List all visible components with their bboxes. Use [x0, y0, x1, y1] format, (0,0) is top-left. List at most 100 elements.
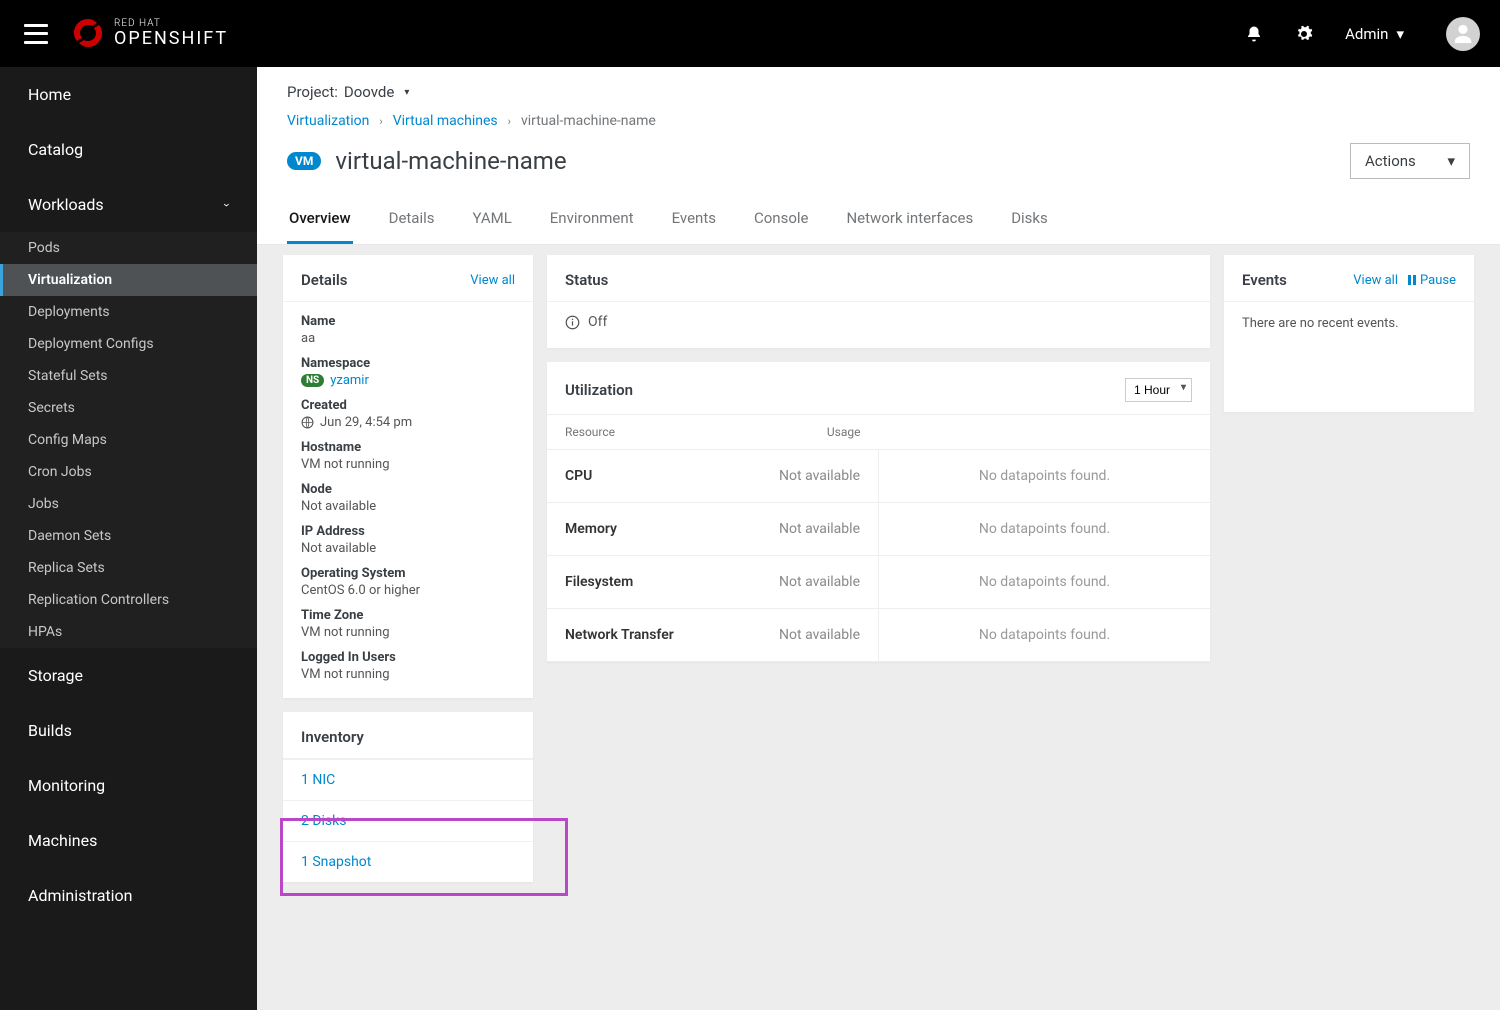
sidebar: Home Catalog Workloads › Pods Virtualiza…: [0, 67, 257, 1010]
name-value: aa: [301, 331, 515, 346]
topbar: RED HAT OPENSHIFT Admin ▾: [0, 0, 1500, 67]
inventory-disks-link[interactable]: 2 Disks: [283, 800, 533, 841]
breadcrumb-virtualization[interactable]: Virtualization: [287, 113, 369, 129]
tab-console[interactable]: Console: [752, 197, 811, 244]
status-title: Status: [565, 271, 608, 289]
brand-logo[interactable]: RED HAT OPENSHIFT: [70, 16, 228, 52]
details-title: Details: [301, 271, 347, 289]
sidebar-sub-deployments[interactable]: Deployments: [0, 296, 257, 328]
utilization-card: Utilization 1 Hour Resource Usage: [547, 362, 1210, 662]
project-label: Project:: [287, 83, 338, 101]
sidebar-sub-cronjobs[interactable]: Cron Jobs: [0, 456, 257, 488]
details-view-all-link[interactable]: View all: [470, 273, 515, 288]
breadcrumb-current: virtual-machine-name: [521, 113, 656, 129]
project-selector[interactable]: Doovde ▾: [344, 83, 409, 101]
chevron-right-icon: ›: [379, 115, 382, 128]
table-row: CPU Not available No datapoints found.: [547, 450, 1210, 503]
sidebar-sub-virtualization[interactable]: Virtualization: [0, 264, 257, 296]
hostname-value: VM not running: [301, 457, 515, 472]
events-title: Events: [1242, 271, 1287, 289]
tab-events[interactable]: Events: [670, 197, 718, 244]
ip-label: IP Address: [301, 524, 515, 539]
events-pause-button[interactable]: Pause: [1408, 273, 1456, 288]
breadcrumb: Virtualization › Virtual machines › virt…: [257, 109, 1500, 139]
tabs: Overview Details YAML Environment Events…: [257, 197, 1500, 245]
sidebar-sub-hpas[interactable]: HPAs: [0, 616, 257, 648]
user-avatar[interactable]: [1446, 17, 1480, 51]
sidebar-workloads-submenu: Pods Virtualization Deployments Deployme…: [0, 232, 257, 648]
sidebar-sub-pods[interactable]: Pods: [0, 232, 257, 264]
vm-badge: VM: [287, 152, 321, 170]
sidebar-item-administration[interactable]: Administration: [0, 868, 257, 923]
tab-yaml[interactable]: YAML: [471, 197, 514, 244]
settings-icon[interactable]: [1295, 25, 1313, 43]
caret-down-icon: ▾: [404, 87, 409, 98]
sidebar-item-workloads[interactable]: Workloads ›: [0, 177, 257, 232]
utilization-table: Resource Usage CPU Not available No data…: [547, 414, 1210, 662]
sidebar-item-machines[interactable]: Machines: [0, 813, 257, 868]
inventory-title: Inventory: [301, 728, 364, 746]
sidebar-sub-statefulsets[interactable]: Stateful Sets: [0, 360, 257, 392]
table-row: Network Transfer Not available No datapo…: [547, 609, 1210, 662]
created-value: Jun 29, 4:54 pm: [320, 415, 412, 430]
events-view-all-link[interactable]: View all: [1353, 273, 1398, 288]
inventory-nic-link[interactable]: 1 NIC: [283, 759, 533, 800]
table-row: Filesystem Not available No datapoints f…: [547, 556, 1210, 609]
breadcrumb-virtual-machines[interactable]: Virtual machines: [393, 113, 498, 129]
inventory-snapshot-link[interactable]: 1 Snapshot: [283, 841, 533, 882]
openshift-icon: [70, 16, 106, 52]
project-selector-bar: Project: Doovde ▾: [257, 67, 1500, 109]
brand-line2: OPENSHIFT: [114, 28, 228, 49]
notifications-icon[interactable]: [1245, 25, 1263, 43]
actions-dropdown[interactable]: Actions ▾: [1350, 143, 1470, 179]
menu-toggle-button[interactable]: [24, 24, 48, 44]
namespace-link[interactable]: yzamir: [330, 373, 369, 388]
namespace-badge: NS: [301, 374, 324, 387]
main-content: Project: Doovde ▾ Virtualization › Virtu…: [257, 67, 1500, 1010]
os-label: Operating System: [301, 566, 515, 581]
utilization-title: Utilization: [565, 381, 633, 399]
sidebar-item-monitoring[interactable]: Monitoring: [0, 758, 257, 813]
sidebar-sub-jobs[interactable]: Jobs: [0, 488, 257, 520]
chevron-down-icon: ▾: [1396, 25, 1404, 43]
details-card: Details View all Name aa Namespace NS yz…: [283, 255, 533, 698]
tab-details[interactable]: Details: [387, 197, 437, 244]
sidebar-item-catalog[interactable]: Catalog: [0, 122, 257, 177]
name-label: Name: [301, 314, 515, 329]
chevron-down-icon: ›: [220, 203, 234, 207]
users-label: Logged In Users: [301, 650, 515, 665]
col-usage: Usage: [713, 415, 879, 450]
inventory-card: Inventory 1 NIC 2 Disks 1 Snapshot: [283, 712, 533, 882]
sidebar-sub-secrets[interactable]: Secrets: [0, 392, 257, 424]
namespace-label: Namespace: [301, 356, 515, 371]
tab-overview[interactable]: Overview: [287, 197, 353, 244]
tz-label: Time Zone: [301, 608, 515, 623]
sidebar-item-home[interactable]: Home: [0, 67, 257, 122]
col-resource: Resource: [547, 415, 713, 450]
hostname-label: Hostname: [301, 440, 515, 455]
sidebar-item-storage[interactable]: Storage: [0, 648, 257, 703]
globe-icon: [301, 416, 314, 429]
users-value: VM not running: [301, 667, 515, 682]
info-icon: [565, 315, 580, 330]
status-value: Off: [588, 314, 607, 330]
caret-down-icon: ▾: [1447, 152, 1455, 170]
tab-environment[interactable]: Environment: [548, 197, 636, 244]
table-row: Memory Not available No datapoints found…: [547, 503, 1210, 556]
time-range-selector[interactable]: 1 Hour: [1125, 378, 1192, 402]
node-label: Node: [301, 482, 515, 497]
node-value: Not available: [301, 499, 515, 514]
sidebar-sub-replicasets[interactable]: Replica Sets: [0, 552, 257, 584]
sidebar-sub-configmaps[interactable]: Config Maps: [0, 424, 257, 456]
tab-disks[interactable]: Disks: [1009, 197, 1050, 244]
tab-network-interfaces[interactable]: Network interfaces: [844, 197, 975, 244]
events-card: Events View all Pause There are no recen…: [1224, 255, 1474, 412]
sidebar-item-builds[interactable]: Builds: [0, 703, 257, 758]
user-role-selector[interactable]: Admin ▾: [1345, 25, 1404, 43]
chevron-right-icon: ›: [508, 115, 511, 128]
sidebar-sub-daemonsets[interactable]: Daemon Sets: [0, 520, 257, 552]
pause-icon: [1408, 275, 1416, 285]
sidebar-sub-replicationcontrollers[interactable]: Replication Controllers: [0, 584, 257, 616]
events-empty-message: There are no recent events.: [1224, 302, 1474, 412]
sidebar-sub-deploymentconfigs[interactable]: Deployment Configs: [0, 328, 257, 360]
